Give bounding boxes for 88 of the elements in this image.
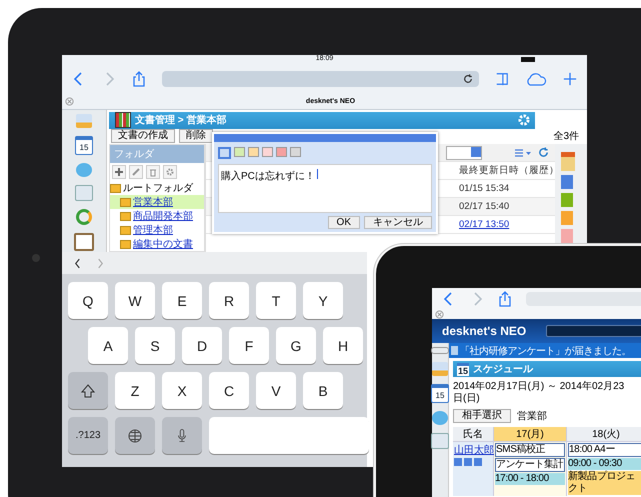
pencil-icon[interactable] <box>129 165 143 179</box>
cloud-icon[interactable] <box>525 71 547 87</box>
key[interactable]: G <box>276 327 316 364</box>
schedule-entry[interactable]: 09:00 - 09:30 <box>568 458 641 470</box>
select-button[interactable]: 相手選択 <box>453 409 511 423</box>
schedule-entry[interactable]: 18:00 A4ー <box>568 443 641 457</box>
folder-panel-title: フォルダ <box>110 145 204 163</box>
date-range: 2014年02月17日(月) ～ 2014年02月23日(日) <box>453 381 626 405</box>
tree-item[interactable]: 編集中の文書 <box>110 237 204 251</box>
toolbar-button[interactable]: 削除 <box>179 129 213 144</box>
globe-icon <box>128 428 142 442</box>
add-icon[interactable] <box>563 71 577 87</box>
key[interactable]: F <box>229 327 269 364</box>
note-text-area[interactable]: 購入PCは忘れずに！ <box>218 164 432 213</box>
color-swatch[interactable] <box>218 147 231 159</box>
dialog-button[interactable]: キャンセル <box>364 216 432 229</box>
color-swatch[interactable] <box>276 147 287 157</box>
next-icon[interactable] <box>97 258 104 268</box>
shift-icon <box>81 384 95 398</box>
group-label: 営業部 <box>517 410 547 423</box>
trash-icon[interactable] <box>146 165 160 179</box>
item-count: 全3件 <box>553 130 579 144</box>
key[interactable]: D <box>182 327 222 364</box>
list-menu-icon[interactable] <box>514 148 532 158</box>
key[interactable]: S <box>135 327 175 364</box>
schedule-entry[interactable]: SMS稿校正 <box>495 443 565 457</box>
calendar-icon: 15 <box>457 362 470 376</box>
notification-text: 「社内研修アンケート」が届きました。 <box>460 344 631 358</box>
tree-item[interactable]: 商品開発本部 <box>110 209 204 223</box>
table-cell-text: 01/15 15:34 <box>459 183 510 194</box>
previous-icon[interactable] <box>74 258 81 268</box>
column-header: 17(月) <box>494 427 566 441</box>
color-swatch[interactable] <box>248 147 259 157</box>
add-icon[interactable] <box>112 165 126 179</box>
breadcrumb: 文書管理 > 営業本部 <box>135 114 228 128</box>
color-swatch[interactable] <box>262 147 273 157</box>
key[interactable]: C <box>209 372 249 409</box>
binder-icon <box>115 112 131 128</box>
tree-item[interactable]: 管理本部 <box>110 223 204 237</box>
calendar-icon[interactable]: 15 <box>431 384 449 403</box>
section-title: スケジュール <box>473 363 534 376</box>
schedule-entry[interactable]: 17:00 - 18:00 <box>495 473 565 485</box>
calendar-icon[interactable]: 15 <box>75 136 93 155</box>
search-icon[interactable] <box>471 146 481 156</box>
microphone-icon <box>176 428 188 443</box>
share-icon[interactable] <box>498 291 512 307</box>
shift-key[interactable] <box>68 372 108 409</box>
numbers-key[interactable]: .?123 <box>68 417 108 454</box>
key[interactable]: Y <box>303 282 343 319</box>
key[interactable]: Q <box>68 282 108 319</box>
key[interactable]: H <box>323 327 363 364</box>
color-tab[interactable] <box>561 193 573 207</box>
column-header: 氏名 <box>453 427 493 441</box>
reload-icon[interactable] <box>463 74 473 84</box>
dialog-button[interactable]: OK <box>328 216 360 229</box>
color-swatch[interactable] <box>290 147 301 157</box>
battery-icon <box>521 57 535 62</box>
table-cell[interactable]: 02/17 13:50 <box>459 219 555 230</box>
settings-icon[interactable] <box>163 165 177 179</box>
column-header: 最終更新日時（履歴） <box>459 164 555 177</box>
share-icon[interactable] <box>132 71 146 87</box>
key[interactable]: T <box>256 282 296 319</box>
tree-item[interactable]: ルートフォルダ <box>110 181 204 195</box>
color-tab[interactable] <box>561 175 573 189</box>
key[interactable]: R <box>209 282 249 319</box>
key[interactable]: Z <box>115 372 155 409</box>
key[interactable]: B <box>303 372 343 409</box>
color-swatch[interactable] <box>234 147 245 157</box>
app-logo: desknet's NEO <box>442 324 526 338</box>
microphone-key[interactable] <box>162 417 202 454</box>
close-icon[interactable] <box>435 310 444 319</box>
key[interactable]: E <box>162 282 202 319</box>
toolbar-button[interactable]: 文書の作成 <box>111 129 175 144</box>
table-cell-text: 02/17 15:40 <box>459 201 510 212</box>
schedule-entry[interactable]: アンケート集計 <box>495 458 565 472</box>
color-tab[interactable] <box>561 229 573 243</box>
key[interactable]: W <box>115 282 155 319</box>
book-icon[interactable] <box>495 71 509 87</box>
color-tab[interactable] <box>561 211 573 225</box>
schedule-entry[interactable]: 新製品プロジェクト <box>568 471 641 495</box>
search-field[interactable] <box>446 146 482 160</box>
close-icon[interactable] <box>65 96 74 106</box>
key[interactable]: A <box>88 327 128 364</box>
column-header: 18(火) <box>567 427 641 441</box>
tree-item[interactable]: 営業本部 <box>110 195 204 209</box>
key[interactable]: X <box>162 372 202 409</box>
globe-key[interactable] <box>115 417 155 454</box>
key[interactable]: V <box>256 372 296 409</box>
